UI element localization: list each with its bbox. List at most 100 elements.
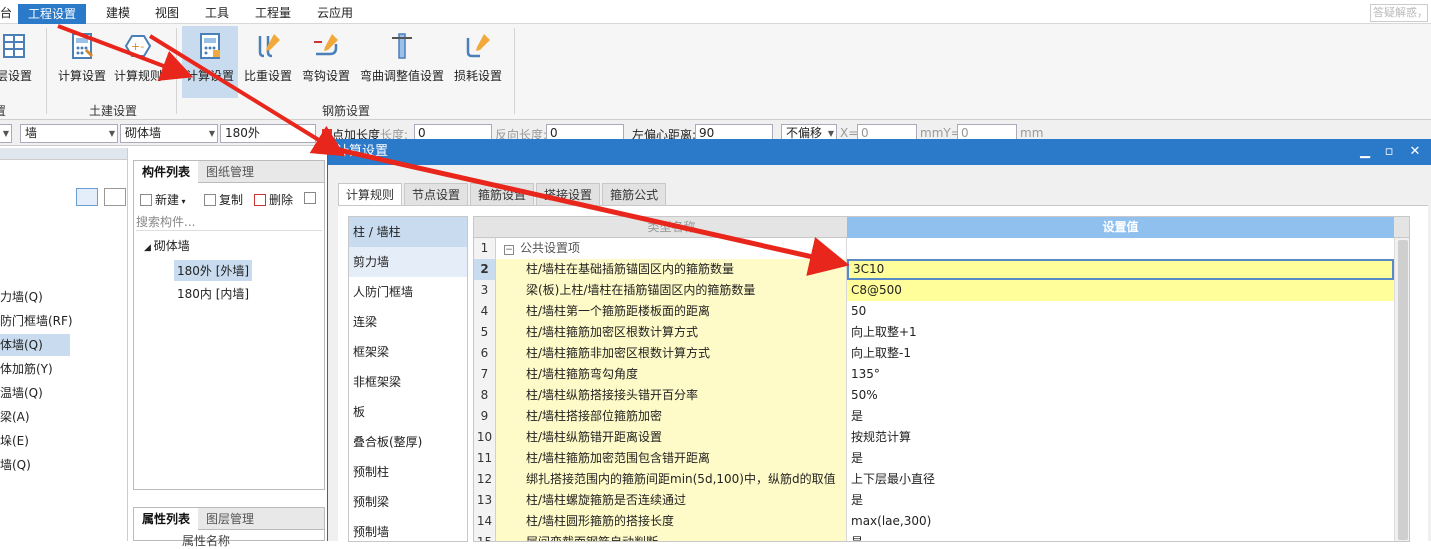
tab-component-list[interactable]: 构件列表 — [134, 161, 199, 183]
table-row[interactable]: 7 柱/墙柱箍筋弯勾角度 135° — [474, 364, 1409, 385]
menu-item-platform[interactable]: 台 — [0, 3, 12, 23]
vertical-scrollbar[interactable] — [1394, 238, 1409, 541]
table-row[interactable]: 5 柱/墙柱箍筋加密区根数计算方式 向上取整+1 — [474, 322, 1409, 343]
table-row[interactable]: 4 柱/墙柱第一个箍筋距楼板面的距离 50 — [474, 301, 1409, 322]
wall-type-combo[interactable]: 砌体墙 ▼ — [120, 124, 218, 143]
setting-value[interactable] — [847, 238, 1394, 259]
row-number: 5 — [474, 322, 496, 343]
menu-item-project-settings[interactable]: 工程设置 — [18, 4, 87, 24]
menu-item-quantities[interactable]: 工程量 — [255, 3, 291, 23]
table-row[interactable]: 14 柱/墙柱圆形箍筋的搭接长度 max(lae,300) — [474, 511, 1409, 532]
setting-name-text: 柱/墙柱箍筋弯勾角度 — [526, 367, 639, 381]
tab-drawing-management[interactable]: 图纸管理 — [198, 161, 262, 183]
layer-combo[interactable]: ▼ — [0, 124, 12, 143]
category-slab[interactable]: 板 — [349, 397, 467, 427]
close-icon[interactable]: ✕ — [1404, 139, 1426, 165]
tab-calc-rules[interactable]: 计算规则 — [338, 183, 403, 206]
category-civil-defense-frame-wall[interactable]: 人防门框墙 — [349, 277, 467, 307]
setting-value[interactable]: 向上取整-1 — [847, 343, 1394, 364]
tab-node-settings[interactable]: 节点设置 — [404, 183, 469, 205]
hook-settings-button[interactable]: 弯钩设置 — [298, 26, 354, 108]
setting-value[interactable]: 按规范计算 — [847, 427, 1394, 448]
category-frame-beam[interactable]: 框架梁 — [349, 337, 467, 367]
setting-value[interactable]: max(lae,300) — [847, 511, 1394, 532]
tab-stirrup-settings[interactable]: 箍筋设置 — [470, 183, 535, 205]
table-row[interactable]: 9 柱/墙柱搭接部位箍筋加密 是 — [474, 406, 1409, 427]
setting-value[interactable]: 向上取整+1 — [847, 322, 1394, 343]
category-shear-wall[interactable]: 剪力墙 — [349, 247, 467, 277]
table-row[interactable]: 8 柱/墙柱纵筋搭接接头错开百分率 50% — [474, 385, 1409, 406]
menu-item-modeling[interactable]: 建模 — [106, 3, 130, 23]
row-number: 1 — [474, 238, 496, 259]
setting-name-text: 柱/墙柱搭接部位箍筋加密 — [526, 409, 663, 423]
setting-value[interactable]: 50 — [847, 301, 1394, 322]
menu-item-tools[interactable]: 工具 — [205, 3, 229, 23]
table-row[interactable]: 13 柱/墙柱螺旋箍筋是否连续通过 是 — [474, 490, 1409, 511]
offset-mode-value: 不偏移 — [786, 126, 823, 140]
rebar-calc-settings-button[interactable]: 计算设置 — [182, 26, 238, 98]
category-column[interactable]: 柱 / 墙柱 — [349, 217, 467, 247]
component-combo[interactable]: 180外 — [220, 124, 316, 143]
category-precast-column[interactable]: 预制柱 — [349, 457, 467, 487]
setting-value[interactable]: 50% — [847, 385, 1394, 406]
tree-item-shear-wall[interactable]: 力墙(Q) — [0, 286, 43, 308]
category-non-frame-beam[interactable]: 非框架梁 — [349, 367, 467, 397]
table-row[interactable]: 12 绑扎搭接范围内的箍筋间距min(5d,100)中，纵筋d的取值 上下层最小直径 — [474, 469, 1409, 490]
table-row[interactable]: 3 梁(板)上柱/墙柱在插筋锚固区内的箍筋数量 C8@500 — [474, 280, 1409, 301]
tab-lap-settings[interactable]: 搭接设置 — [536, 183, 601, 205]
element-type-combo[interactable]: 墙 ▼ — [20, 124, 118, 143]
calc-rules-button[interactable]: +- 计算规则 — [112, 26, 164, 108]
delete-button[interactable]: 删除 — [254, 191, 293, 208]
table-row[interactable]: 6 柱/墙柱箍筋非加密区根数计算方式 向上取整-1 — [474, 343, 1409, 364]
component-item-180-ext[interactable]: 180外 [外墙] — [174, 260, 253, 281]
tree-item-insulation-wall[interactable]: 温墙(Q) — [0, 382, 43, 404]
panel-header — [0, 148, 127, 160]
tab-attribute-list[interactable]: 属性列表 — [134, 508, 199, 530]
tab-layer-management[interactable]: 图层管理 — [198, 508, 262, 530]
setting-value[interactable]: 135° — [847, 364, 1394, 385]
table-row[interactable]: 1− 公共设置项 — [474, 238, 1409, 259]
component-search-input[interactable]: 搜索构件... — [136, 213, 322, 231]
detail-view-icon[interactable] — [104, 188, 126, 206]
menu-item-cloud[interactable]: 云应用 — [317, 3, 353, 23]
category-coupling-beam[interactable]: 连梁 — [349, 307, 467, 337]
bend-adjust-button[interactable]: 弯曲调整值设置 — [360, 26, 444, 108]
tree-item-civil-defense-wall[interactable]: 防门框墙(RF) — [0, 310, 73, 332]
new-button[interactable]: 新建 ▾ — [140, 191, 186, 208]
setting-value[interactable]: 是 — [847, 448, 1394, 469]
loss-settings-button[interactable]: 损耗设置 — [450, 26, 506, 108]
component-item-180-int[interactable]: 180内 [内墙] — [177, 285, 249, 302]
copy-button[interactable]: 复制 — [204, 191, 243, 208]
setting-value[interactable]: 是 — [847, 490, 1394, 511]
list-view-icon[interactable] — [76, 188, 98, 206]
density-settings-button[interactable]: 比重设置 — [242, 26, 294, 108]
maximize-icon[interactable]: ▫ — [1378, 139, 1400, 165]
setting-value[interactable]: 上下层最小直径 — [847, 469, 1394, 490]
collapse-icon[interactable]: − — [504, 245, 514, 255]
tree-item-wall[interactable]: 墙(Q) — [0, 454, 31, 476]
calc-settings-button[interactable]: 计算设置 — [56, 26, 108, 108]
scroll-thumb[interactable] — [1398, 240, 1408, 540]
tree-root[interactable]: ◢ 砌体墙 — [144, 237, 190, 254]
table-row[interactable]: 10 柱/墙柱纵筋错开距离设置 按规范计算 — [474, 427, 1409, 448]
setting-value[interactable]: 是 — [847, 406, 1394, 427]
table-row[interactable]: 11 柱/墙柱箍筋加密范围包含错开距离 是 — [474, 448, 1409, 469]
minimize-icon[interactable]: ▁ — [1354, 139, 1376, 165]
floor-settings-button[interactable]: 层设置 — [0, 26, 40, 108]
help-search-input[interactable]: 答疑解惑，... — [1370, 4, 1428, 22]
setting-name-text: 柱/墙柱第一个箍筋距楼板面的距离 — [526, 304, 711, 318]
tree-item-beam[interactable]: 梁(A) — [0, 406, 30, 428]
setting-value[interactable]: C8@500 — [847, 280, 1394, 301]
table-row[interactable]: 2 柱/墙柱在基础插筋锚固区内的箍筋数量 3C10 — [474, 259, 1409, 280]
tree-item-masonry-rebar[interactable]: 体加筋(Y) — [0, 358, 53, 380]
tab-stirrup-formula[interactable]: 箍筋公式 — [602, 183, 667, 205]
category-precast-beam[interactable]: 预制梁 — [349, 487, 467, 517]
setting-value[interactable]: 3C10 — [847, 259, 1394, 280]
category-precast-wall[interactable]: 预制墙 — [349, 517, 467, 547]
layer-copy-icon[interactable] — [304, 191, 319, 205]
tree-item-pier[interactable]: 垛(E) — [0, 430, 29, 452]
category-composite-slab[interactable]: 叠合板(整厚) — [349, 427, 467, 457]
tree-item-masonry-wall[interactable]: 体墙(Q) — [0, 334, 70, 356]
menu-item-view[interactable]: 视图 — [155, 3, 179, 23]
x-label: X= — [840, 126, 859, 140]
